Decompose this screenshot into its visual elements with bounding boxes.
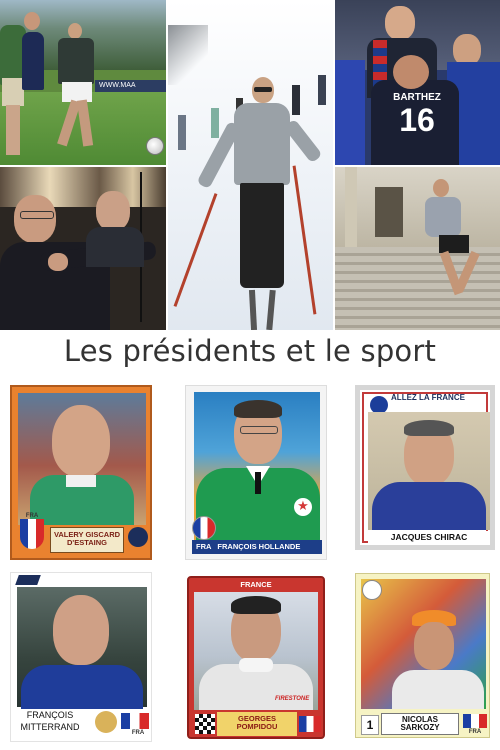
ski-left <box>248 289 258 330</box>
hollande-name: FRANÇOIS HOLLANDE <box>217 542 301 551</box>
pompidou-name-line2: POMPIDOU <box>236 721 278 731</box>
archer-glasses <box>20 211 54 219</box>
jogger-shorts <box>439 235 469 253</box>
skier-trousers <box>240 183 284 288</box>
jogger-head <box>433 179 449 197</box>
mitterrand-country: FRA <box>131 730 145 736</box>
hollande-tie <box>255 472 261 494</box>
pompidou-name-box: GEORGES POMPIDOU <box>217 712 297 736</box>
sticker-chirac: ALLEZ LA FRANCE JACQUES CHIRAC <box>355 385 495 550</box>
player-blue-head <box>24 12 40 30</box>
player-main-head <box>68 23 82 39</box>
giscard-name: VALERY GISCARD D'ESTAING <box>53 530 121 547</box>
football-ball <box>146 137 164 155</box>
skier-bg-2 <box>211 108 219 138</box>
hollande-star-badge: ★ <box>294 498 312 516</box>
building-column-1 <box>345 167 357 247</box>
sarkozy-country: FRA <box>468 729 482 735</box>
skier-bg-1 <box>178 115 186 150</box>
jogger-shirt <box>425 197 461 237</box>
sarkozy-number: 1 <box>361 715 379 735</box>
sticker-giscard: FRA VALERY GISCARD D'ESTAING <box>10 385 152 560</box>
skier-bg-4 <box>292 85 300 115</box>
giscard-flag <box>20 519 44 549</box>
chirac-hair <box>404 420 454 436</box>
mitterrand-name-line1: FRANÇOIS <box>26 710 74 720</box>
man-suit-head <box>385 6 415 40</box>
sticker-sarkozy: 1 NICOLAS SARKOZY FRA <box>355 573 490 738</box>
skier-sunglasses <box>254 87 272 92</box>
pompidou-checkered-flag <box>195 714 215 734</box>
bystander-body <box>86 227 144 267</box>
hollande-glasses <box>240 426 278 434</box>
mitterrand-flag <box>121 713 149 729</box>
hollande-name-box: FRA FRANÇOIS HOLLANDE <box>192 540 322 554</box>
player-left-shorts <box>2 78 24 106</box>
photo-skiing-rocks <box>168 25 208 85</box>
archer-hand <box>48 253 68 271</box>
sticker-mitterrand: FRANÇOIS MITTERRAND FRA <box>10 572 152 742</box>
chirac-shirt <box>372 482 486 530</box>
player-left-legs <box>6 105 20 155</box>
chirac-name-box: JACQUES CHIRAC <box>368 531 490 544</box>
giscard-country: FRA <box>25 513 39 519</box>
page-title: Les présidents et le sport <box>63 334 437 368</box>
sticker-hollande: ★ FRA FRANÇOIS HOLLANDE <box>185 385 327 560</box>
sarkozy-name-line2: SARKOZY <box>400 723 440 733</box>
sarkozy-logo-icon <box>362 580 382 600</box>
giscard-collar <box>66 475 96 487</box>
mitterrand-logo <box>15 575 41 585</box>
mitterrand-mascot-icon <box>95 711 117 733</box>
player-blue <box>22 32 44 90</box>
skier-bg-5 <box>318 75 326 105</box>
chirac-name: JACQUES CHIRAC <box>390 532 468 542</box>
ski-right <box>266 289 276 330</box>
hollande-country: FRA <box>196 542 212 551</box>
pompidou-header: FRANCE <box>240 580 272 589</box>
jersey-number: 16 <box>399 102 435 138</box>
skier-sweater <box>234 103 290 185</box>
mitterrand-head <box>53 595 109 665</box>
giscard-sport-badge <box>128 527 148 547</box>
sarkozy-jersey <box>392 670 484 709</box>
photo-skiing <box>168 0 333 330</box>
photo-football: WWW.MAA <box>0 0 166 165</box>
player-main-shirt <box>58 38 94 84</box>
photo-jogging <box>335 167 500 330</box>
photo-jersey: BARTHEZ 16 <box>335 0 500 165</box>
sarkozy-name-box: NICOLAS SARKOZY <box>381 713 459 735</box>
mitterrand-name-line2: MITTERRAND <box>20 722 80 732</box>
pompidou-jacket-brand: Firestone <box>275 696 310 702</box>
archer-head <box>14 195 56 243</box>
sarkozy-head <box>414 622 454 670</box>
building-door <box>375 187 403 237</box>
giscard-name-box: VALERY GISCARD D'ESTAING <box>50 527 124 553</box>
ski-pole-right <box>292 165 317 315</box>
ski-pole-left <box>173 193 218 307</box>
hollande-hair <box>234 400 282 418</box>
mitterrand-shirt <box>21 665 143 709</box>
giscard-head <box>52 405 110 477</box>
jersey-bald-head <box>393 55 429 89</box>
pompidou-flag <box>299 716 321 732</box>
player-main-shorts <box>62 82 92 102</box>
bystander-head <box>96 191 130 231</box>
photo-football-ad-board: WWW.MAA <box>95 80 166 92</box>
building-facade <box>335 167 500 247</box>
man-left-edge <box>335 60 365 165</box>
photo-archery <box>0 167 166 330</box>
hollande-flag <box>192 516 216 540</box>
sticker-pompidou: FRANCE Firestone GEORGES POMPIDOU <box>187 576 325 739</box>
pompidou-hair <box>231 596 281 614</box>
sarkozy-flag <box>463 714 487 728</box>
pompidou-scarf <box>239 658 273 672</box>
